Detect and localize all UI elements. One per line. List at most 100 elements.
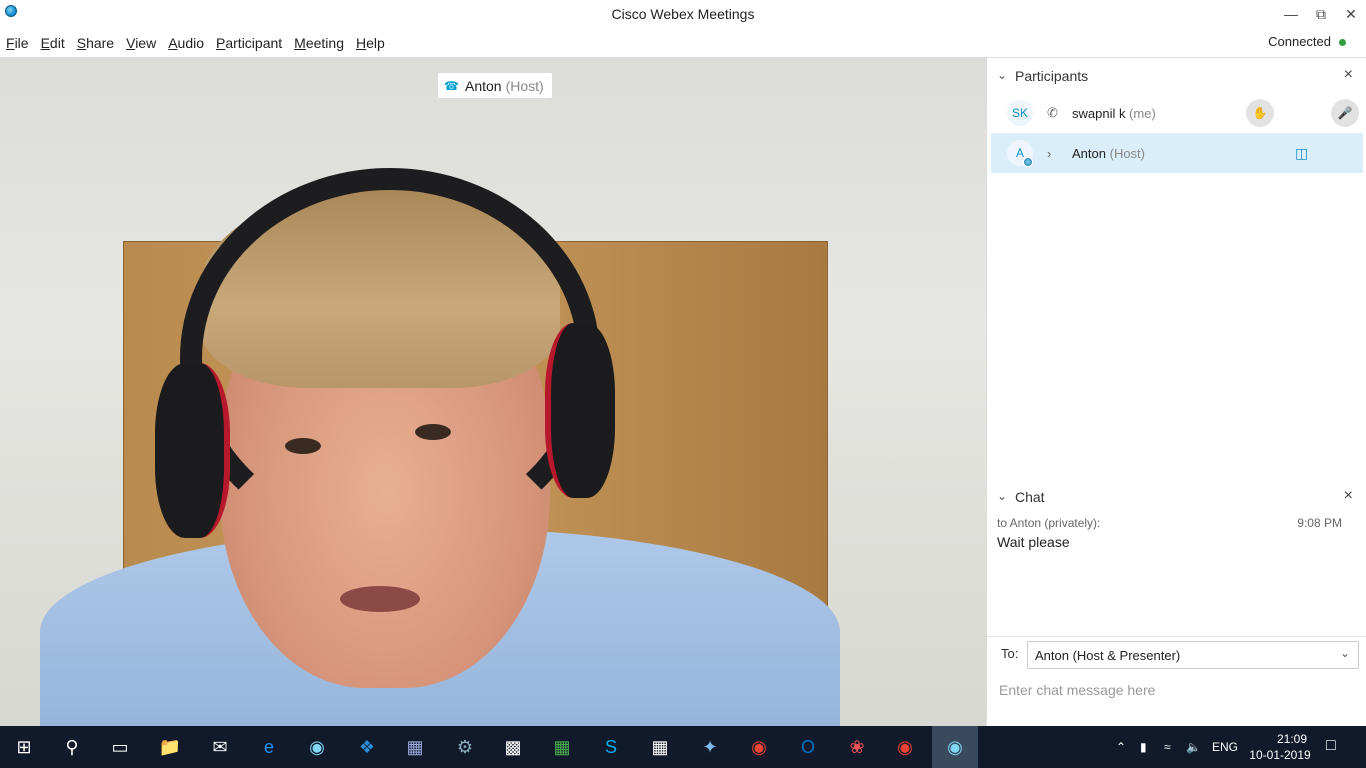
- menu-label-rest: articipant: [225, 35, 283, 51]
- avatar: SK: [1007, 100, 1033, 126]
- menu-label-rest: udio: [177, 35, 205, 51]
- file-explorer-icon[interactable]: 📁: [156, 734, 184, 760]
- menu-bar: File Edit Share View Audio Participant Meeting…: [0, 28, 1366, 58]
- menu-mnemonic: F: [6, 35, 15, 51]
- video-person-eye: [415, 424, 451, 440]
- menu-file[interactable]: File: [6, 35, 29, 51]
- menu-audio[interactable]: Audio: [168, 35, 204, 51]
- menu-label-rest: iew: [135, 35, 157, 51]
- webex-status-icon: [1023, 157, 1033, 167]
- puzzle-app-icon[interactable]: ✦: [696, 734, 724, 760]
- wifi-icon[interactable]: ≈: [1164, 740, 1171, 754]
- chevron-down-icon[interactable]: ⌄: [997, 68, 1007, 82]
- chat-header[interactable]: ⌄ Chat ×: [987, 479, 1366, 515]
- vscode-icon[interactable]: ❖: [353, 734, 381, 760]
- skype-icon[interactable]: S: [597, 734, 625, 760]
- windows-taskbar: ⊞ ⚲ ▭ 📁 ✉ e ◉ ❖ ▦ ⚙ ▩ ▦ S ▦ ✦ ◉ O ❀ ◉ ◉ …: [0, 726, 1366, 768]
- notifications-icon[interactable]: □: [1326, 737, 1336, 755]
- chevron-right-icon[interactable]: ›: [1047, 146, 1051, 161]
- participants-header[interactable]: ⌄ Participants ×: [987, 58, 1366, 94]
- webex-taskbar-icon[interactable]: ◉: [303, 734, 331, 760]
- chat-title: Chat: [1015, 489, 1045, 505]
- speaker-name: Anton: [465, 77, 502, 94]
- mute-button[interactable]: 🎤: [1331, 99, 1359, 127]
- participant-row[interactable]: SK ✆ swapnil k (me) ✋ 🎤: [991, 93, 1363, 133]
- chat-recipient-value: Anton (Host & Presenter): [1035, 648, 1181, 663]
- language-indicator[interactable]: ENG: [1212, 740, 1238, 754]
- menu-participant[interactable]: Participant: [216, 35, 282, 51]
- menu-label-rest: eeting: [305, 35, 344, 51]
- close-participants-icon[interactable]: ×: [1344, 66, 1353, 84]
- outlook-icon[interactable]: O: [794, 734, 822, 760]
- clock-time[interactable]: 21:09: [1262, 732, 1322, 746]
- menu-mnemonic: M: [294, 35, 306, 51]
- connection-status: Connected: [1268, 34, 1346, 49]
- participant-tag: (Host): [1109, 145, 1145, 161]
- chat-recipient-select[interactable]: Anton (Host & Presenter) ⌄: [1027, 641, 1359, 669]
- chat-recipient-row: To: Anton (Host & Presenter) ⌄: [987, 636, 1366, 672]
- chat-message-time: 9:08 PM: [1297, 516, 1342, 530]
- spreadsheet-icon[interactable]: ▦: [548, 734, 576, 760]
- menu-meeting[interactable]: Meeting: [294, 35, 344, 51]
- menu-mnemonic: E: [40, 35, 50, 51]
- video-camera-icon: ◫: [1295, 144, 1309, 161]
- raise-hand-button[interactable]: ✋: [1246, 99, 1274, 127]
- menu-mnemonic: H: [356, 35, 367, 51]
- participant-tag: (me): [1129, 105, 1156, 121]
- close-chat-icon[interactable]: ×: [1344, 487, 1353, 505]
- chat-message-input[interactable]: [999, 680, 1355, 700]
- restore-button[interactable]: ⧉: [1306, 0, 1336, 28]
- menu-share[interactable]: Share: [77, 35, 114, 51]
- video-headset-right: [545, 323, 615, 498]
- participants-title: Participants: [1015, 68, 1089, 84]
- terminal-icon[interactable]: ▩: [499, 734, 527, 760]
- window-title: Cisco Webex Meetings: [611, 6, 755, 22]
- speaker-name-tag: ☎ Anton (Host): [437, 72, 553, 99]
- close-window-button[interactable]: ✕: [1336, 0, 1366, 28]
- side-panel: ⌄ Participants × SK ✆ swapnil k (me) ✋ 🎤…: [986, 58, 1366, 726]
- volume-icon[interactable]: 🔈: [1186, 740, 1201, 754]
- participant-name-text: Anton: [1072, 145, 1106, 161]
- menu-edit[interactable]: Edit: [41, 35, 65, 51]
- menu-mnemonic: V: [126, 35, 136, 51]
- calendar-icon[interactable]: ▦: [646, 734, 674, 760]
- active-speaker-video[interactable]: [0, 58, 986, 726]
- menu-view[interactable]: View: [126, 35, 156, 51]
- chat-to-label: To:: [1001, 646, 1019, 661]
- chevron-up-icon[interactable]: ⌃: [1116, 740, 1126, 754]
- minimize-button[interactable]: —: [1276, 0, 1306, 28]
- webex-meetings-taskbar-icon[interactable]: ◉: [941, 734, 969, 760]
- participant-row[interactable]: A › Anton (Host) ◫: [991, 133, 1363, 173]
- edge-browser-icon[interactable]: e: [255, 734, 283, 760]
- connection-status-dot: [1339, 39, 1346, 47]
- task-view-icon[interactable]: ▭: [106, 734, 134, 760]
- search-icon[interactable]: ⚲: [58, 734, 86, 760]
- battery-icon[interactable]: ▮: [1140, 740, 1147, 754]
- menu-label-rest: elp: [366, 35, 385, 51]
- menu-label-rest: ile: [14, 35, 29, 51]
- chevron-down-icon: ⌄: [1339, 646, 1350, 660]
- webex-window: Cisco Webex Meetings — ⧉ ✕ File Edit Share…: [0, 0, 1366, 768]
- clock-date[interactable]: 10-01-2019: [1248, 748, 1312, 762]
- menu-help[interactable]: Help: [356, 35, 385, 51]
- title-bar: Cisco Webex Meetings — ⧉ ✕: [0, 0, 1366, 28]
- mail-icon[interactable]: ✉: [206, 734, 234, 760]
- network-app-icon[interactable]: ⚙: [451, 734, 479, 760]
- windows-start-icon[interactable]: ⊞: [10, 734, 38, 760]
- video-person-mouth: [340, 586, 420, 612]
- chevron-down-icon[interactable]: ⌄: [997, 489, 1007, 503]
- menu-mnemonic: A: [168, 35, 178, 51]
- speaker-role: (Host): [505, 77, 544, 94]
- video-headset: [180, 168, 600, 548]
- video-person-eye: [285, 438, 321, 454]
- video-headset-left: [155, 363, 230, 538]
- connection-status-label: Connected: [1268, 34, 1331, 49]
- paint-app-icon[interactable]: ❀: [843, 734, 871, 760]
- chat-message-recipient: to Anton (privately):: [997, 516, 1101, 530]
- participant-name-text: swapnil k: [1072, 105, 1126, 121]
- menu-mnemonic: S: [76, 35, 87, 51]
- app-icon[interactable]: ▦: [401, 734, 429, 760]
- chrome-icon[interactable]: ◉: [745, 734, 773, 760]
- menu-label-rest: hare: [86, 35, 115, 51]
- chrome-icon[interactable]: ◉: [891, 734, 919, 760]
